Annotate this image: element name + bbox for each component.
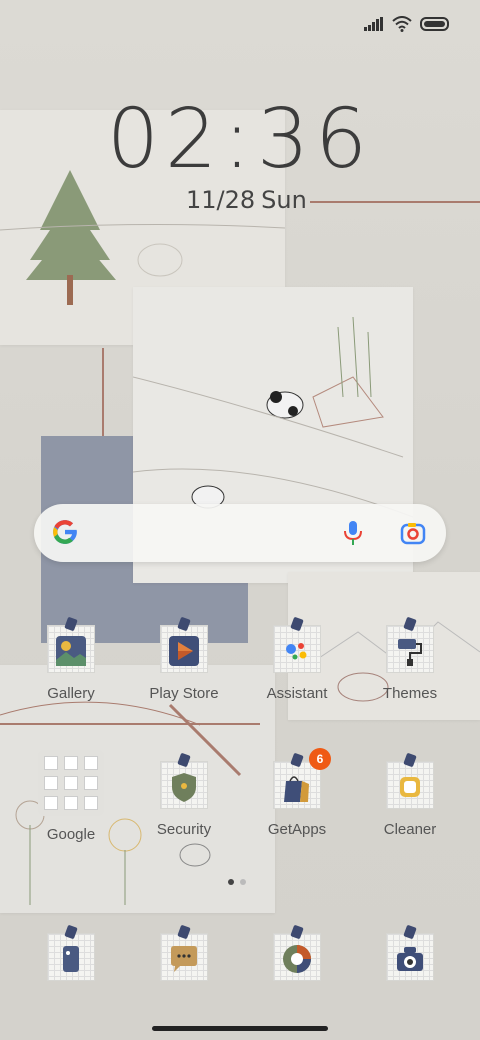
google-search-bar[interactable] [34,504,446,562]
folder-grid [38,750,104,816]
battery-icon [420,17,449,31]
page-dot[interactable] [240,879,246,885]
wifi-icon [392,16,412,32]
app-label: Security [156,821,212,838]
app-tile [160,616,208,673]
play-store-icon [169,636,199,666]
folder-app-icon [64,776,78,790]
clock-time[interactable]: 02:36 [0,92,480,187]
cleaner-icon [400,777,420,797]
folder-app-icon [84,776,98,790]
tape [64,924,78,940]
app-security[interactable]: Security [128,752,240,838]
folder-app-icon [64,796,78,810]
shield-icon [172,773,196,802]
folder-app-icon [44,756,58,770]
folder-app-icon [44,796,58,810]
gesture-navigation-bar[interactable] [152,1026,328,1031]
home-screen: 02:36 11/28 Sun Gallery Play Store Assis… [0,0,480,1040]
app-label: Play Store [149,685,219,702]
app-themes[interactable]: Themes [354,616,466,702]
tape [177,616,191,632]
app-label: Gallery [47,685,95,702]
day-text: Sun [261,186,307,214]
folder-google[interactable]: Google [15,750,127,843]
app-tile [47,616,95,673]
dock-messages[interactable] [128,924,240,981]
folder-app-icon [84,756,98,770]
tape [177,752,191,768]
app-tile [386,616,434,673]
tape [403,752,417,768]
tape [403,616,417,632]
tape [64,616,78,632]
app-assistant[interactable]: Assistant [241,616,353,702]
app-label: Assistant [266,685,328,702]
app-tile [386,924,434,981]
app-tile [47,924,95,981]
status-bar [364,16,450,32]
date-text: 11/28 [186,186,256,214]
camera-icon [397,947,423,971]
app-cleaner[interactable]: Cleaner [354,752,466,838]
tape [290,752,304,768]
browser-icon [283,945,311,973]
assistant-icon [286,643,307,660]
gallery-icon [56,636,86,666]
dock-phone[interactable] [15,924,127,981]
wallpaper-line [102,348,104,436]
dock-browser[interactable] [241,924,353,981]
app-label: Google [46,826,96,843]
folder-app-icon [64,756,78,770]
app-getapps[interactable]: 6 GetApps [241,748,353,838]
tape [290,924,304,940]
signal-icon [364,17,383,31]
paint-roller-icon [398,639,422,666]
app-gallery[interactable]: Gallery [15,616,127,702]
wallpaper-line [0,723,260,725]
shopping-bag-icon [284,776,309,802]
folder-app-icon [44,776,58,790]
page-dot-active[interactable] [228,879,234,885]
messages-icon [171,946,197,972]
lens-icon[interactable] [400,521,426,545]
app-tile [160,752,208,809]
folder-app-icon [84,796,98,810]
page-indicator [228,879,246,885]
date-divider [310,201,480,203]
app-label: Cleaner [383,821,437,838]
dock-camera[interactable] [354,924,466,981]
app-label: Themes [382,685,438,702]
notification-badge: 6 [309,748,331,770]
clock-date[interactable]: 11/28 Sun [186,186,307,214]
tape [177,924,191,940]
tape [290,616,304,632]
app-label: GetApps [267,821,327,838]
mic-icon[interactable] [342,520,364,546]
app-tile [160,924,208,981]
app-play-store[interactable]: Play Store [128,616,240,702]
tape [403,924,417,940]
app-tile [386,752,434,809]
app-tile [273,616,321,673]
app-tile [273,924,321,981]
google-logo [53,520,78,544]
phone-icon [63,946,79,972]
